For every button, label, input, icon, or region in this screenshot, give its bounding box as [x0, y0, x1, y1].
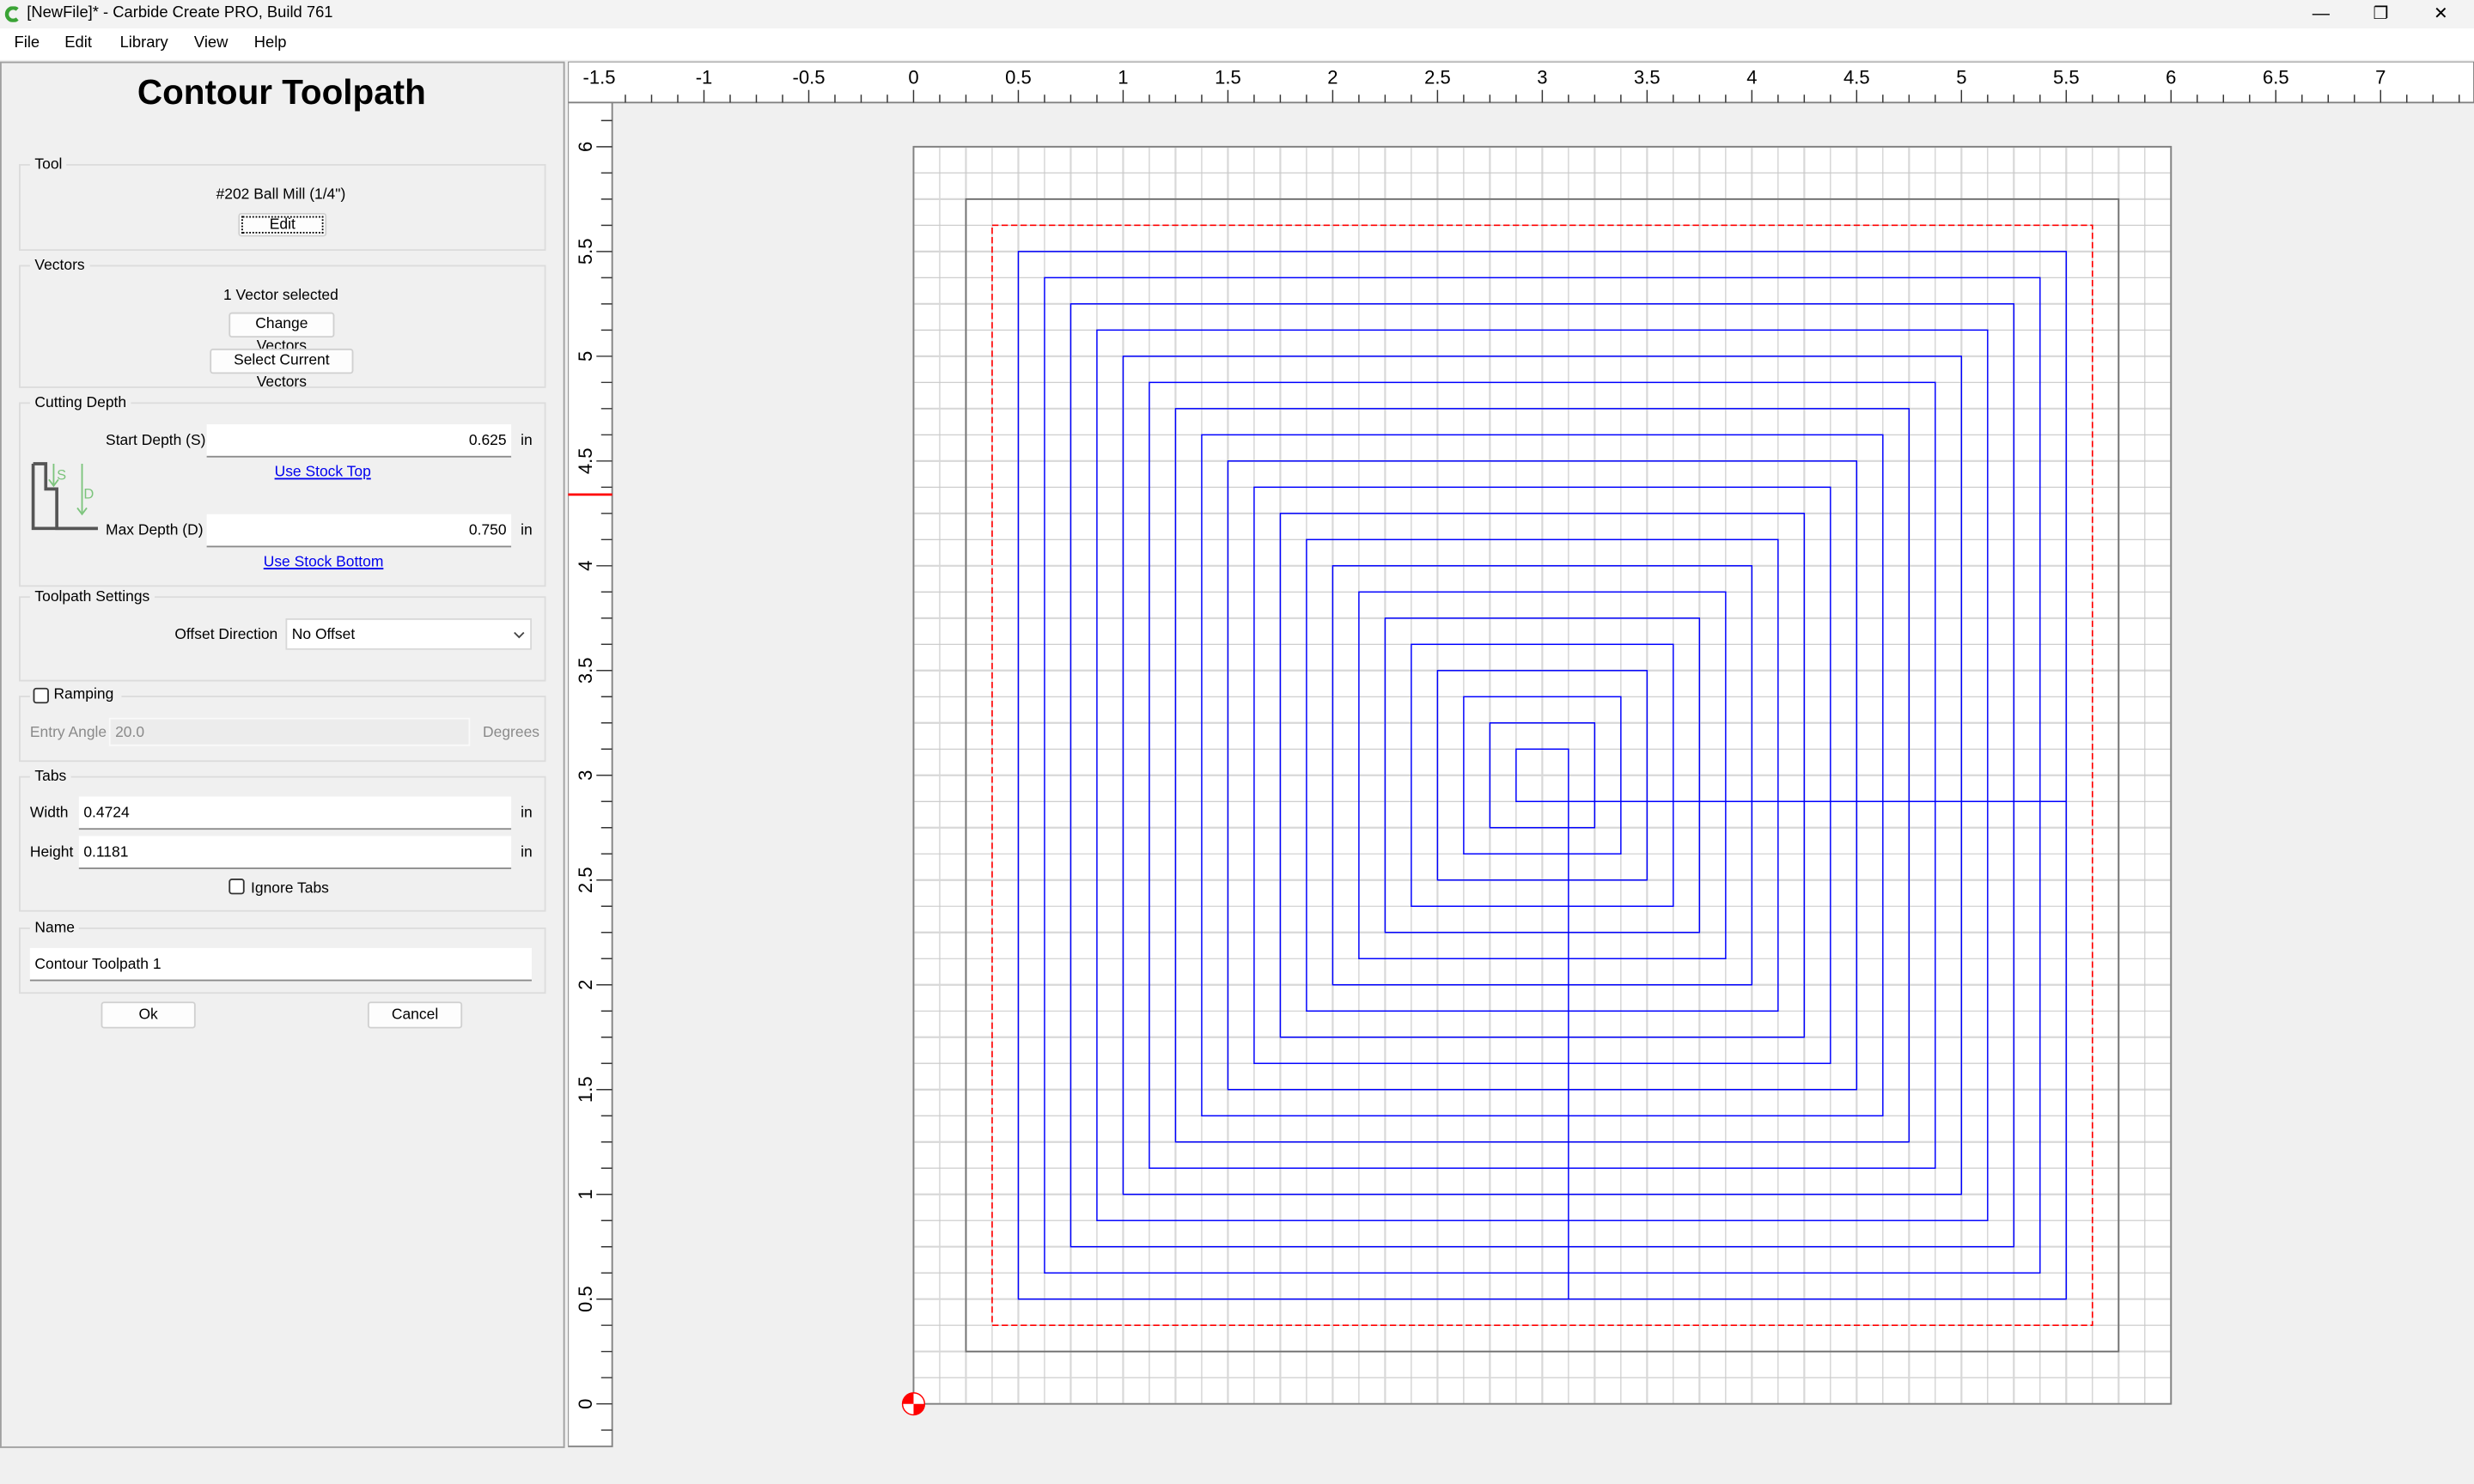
- tab-height-input[interactable]: [78, 836, 512, 870]
- app-logo-icon: [4, 6, 19, 22]
- tab-width-label: Width: [29, 804, 69, 822]
- x-ruler-label: 2: [1327, 66, 1338, 88]
- start-depth-unit: in: [521, 432, 533, 450]
- max-depth-label: Max Depth (D): [106, 521, 204, 540]
- y-ruler-label: 3: [575, 770, 596, 781]
- depth-diagram-icon: S D: [31, 462, 98, 531]
- x-ruler-label: 6: [2166, 66, 2176, 88]
- x-ruler-label: 4.5: [1843, 66, 1870, 88]
- title-bar: [NewFile]* - Carbide Create PRO, Build 7…: [0, 0, 2474, 29]
- max-depth-unit: in: [521, 521, 533, 540]
- menu-bar: File Edit Library View Help: [0, 28, 2474, 60]
- svg-text:D: D: [83, 485, 94, 502]
- use-stock-top-link[interactable]: Use Stock Top: [275, 464, 371, 481]
- y-ruler-label: 0: [575, 1399, 596, 1409]
- menu-view[interactable]: View: [194, 34, 228, 52]
- chevron-down-icon: [514, 631, 525, 639]
- tabs-group-label: Tabs: [29, 768, 71, 786]
- design-canvas[interactable]: -1.5 -1 -0.5 0 0.5 1 1.5 2 2.5 3 3.5 4 4.5 5 5.5 6 6.5 7 0…: [568, 61, 2474, 1449]
- y-ruler-label: 2.5: [575, 867, 596, 893]
- x-ruler-label: 5: [1956, 66, 1966, 88]
- ignore-tabs-checkbox[interactable]: [229, 879, 245, 895]
- y-ruler-label: 3.5: [575, 657, 596, 684]
- x-ruler-label: 0: [908, 66, 918, 88]
- x-ruler-label: 2.5: [1424, 66, 1451, 88]
- tool-group: [19, 164, 546, 252]
- tab-height-unit: in: [521, 843, 533, 861]
- y-ruler-label: 4: [575, 561, 596, 571]
- tab-height-label: Height: [29, 843, 74, 861]
- close-icon: ✕: [2433, 4, 2448, 24]
- minimize-button[interactable]: —: [2291, 0, 2351, 28]
- y-ruler-label: 4.5: [575, 447, 596, 474]
- start-depth-input[interactable]: [206, 424, 512, 458]
- y-ruler-label: 1: [575, 1189, 596, 1200]
- cancel-button[interactable]: Cancel: [367, 1001, 463, 1029]
- y-ruler-label: 5.5: [575, 239, 596, 265]
- offset-direction-label: Offset Direction: [174, 626, 278, 644]
- close-button[interactable]: ✕: [2411, 0, 2471, 28]
- tool-group-label: Tool: [29, 155, 67, 174]
- top-ruler: [568, 61, 2474, 104]
- x-ruler-label: 3.5: [1634, 66, 1661, 88]
- ok-button[interactable]: Ok: [101, 1001, 196, 1029]
- edit-tool-button[interactable]: Edit: [238, 212, 327, 237]
- x-ruler-label: -1.5: [583, 66, 616, 88]
- x-ruler-label: 5.5: [2053, 66, 2080, 88]
- x-ruler-label: 1.5: [1215, 66, 1241, 88]
- vectors-group-label: Vectors: [29, 257, 90, 275]
- menu-library[interactable]: Library: [120, 34, 168, 52]
- tab-width-unit: in: [521, 804, 533, 822]
- x-ruler-label: 3: [1537, 66, 1547, 88]
- ignore-tabs-label: Ignore Tabs: [251, 879, 329, 898]
- offset-direction-select[interactable]: No Offset: [285, 617, 532, 650]
- menu-edit[interactable]: Edit: [64, 34, 92, 52]
- minimize-icon: —: [2312, 4, 2330, 24]
- x-ruler-label: 0.5: [1005, 66, 1032, 88]
- max-depth-input[interactable]: [206, 514, 512, 548]
- use-stock-bottom-link[interactable]: Use Stock Bottom: [264, 554, 384, 571]
- select-current-vectors-button[interactable]: Select Current Vectors: [210, 348, 354, 392]
- y-ruler-label: 6: [575, 142, 596, 152]
- x-ruler-label: -1: [696, 66, 713, 88]
- entry-angle-unit: Degrees: [483, 724, 540, 742]
- name-group-label: Name: [29, 919, 80, 938]
- window-title: [NewFile]* - Carbide Create PRO, Build 7…: [27, 4, 333, 22]
- ramping-checkbox[interactable]: [33, 687, 49, 704]
- entry-angle-input: [108, 717, 471, 746]
- x-ruler-label: 4: [1746, 66, 1757, 88]
- restore-button[interactable]: ❐: [2351, 0, 2411, 28]
- panel-title: Contour Toolpath: [137, 72, 426, 113]
- y-ruler-label: 0.5: [575, 1286, 596, 1312]
- menu-file[interactable]: File: [15, 34, 40, 52]
- x-ruler-label: 7: [2375, 66, 2386, 88]
- tool-name: #202 Ball Mill (1/4"): [216, 186, 346, 204]
- offset-direction-value: No Offset: [291, 626, 356, 644]
- start-depth-label: Start Depth (S): [106, 432, 206, 450]
- menu-help[interactable]: Help: [254, 34, 287, 52]
- toolpath-name-input[interactable]: [29, 947, 532, 982]
- toolpath-settings-label: Toolpath Settings: [29, 588, 155, 606]
- entry-angle-label: Entry Angle: [29, 724, 107, 742]
- x-ruler-label: 1: [1118, 66, 1128, 88]
- change-vectors-button[interactable]: Change Vectors: [229, 312, 335, 355]
- ramping-header: Ramping: [29, 685, 122, 706]
- x-ruler-label: 6.5: [2263, 66, 2289, 88]
- vectors-status: 1 Vector selected: [222, 287, 338, 305]
- svg-text:S: S: [57, 466, 66, 483]
- tab-width-input[interactable]: [78, 796, 512, 830]
- ramping-label: Ramping: [53, 685, 114, 704]
- x-ruler-label: -0.5: [792, 66, 825, 88]
- y-ruler-label: 2: [575, 980, 596, 990]
- y-ruler-label: 5: [575, 351, 596, 362]
- cutting-depth-label: Cutting Depth: [29, 394, 131, 412]
- restore-icon: ❐: [2373, 4, 2389, 24]
- y-ruler-label: 1.5: [575, 1076, 596, 1103]
